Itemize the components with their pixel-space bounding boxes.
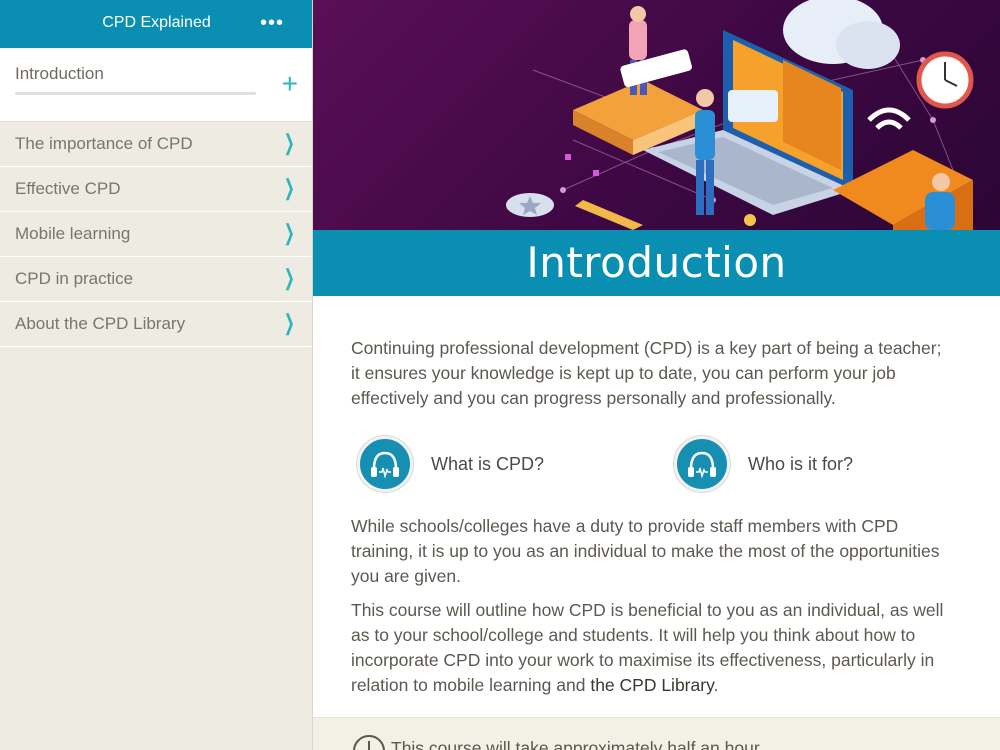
sidebar-item-mobile-learning[interactable]: Mobile learning ❯	[0, 212, 312, 257]
plus-icon[interactable]: +	[282, 70, 298, 98]
headphones-icon[interactable]	[674, 436, 730, 492]
intro-paragraph: Continuing professional development (CPD…	[351, 338, 942, 408]
sidebar: CPD Explained ••• Introduction + The imp…	[0, 0, 313, 750]
paragraph-outline: This course will outline how CPD is bene…	[351, 598, 951, 698]
page-title: Introduction	[526, 238, 787, 287]
chevron-right-icon: ❯	[283, 130, 295, 155]
hero-illustration-image	[506, 0, 974, 230]
sidebar-item-label: The importance of CPD	[15, 134, 193, 153]
hero-illustration	[313, 0, 1000, 230]
sidebar-item-label: CPD in practice	[15, 269, 134, 288]
sidebar-item-label: Effective CPD	[15, 179, 121, 198]
cpd-library-link[interactable]: the CPD Library	[590, 675, 713, 695]
sidebar-item-cpd-in-practice[interactable]: CPD in practice ❯	[0, 257, 312, 302]
audio-label: What is CPD?	[431, 454, 545, 474]
sidebar-header: CPD Explained •••	[0, 0, 312, 48]
audio-what-is-cpd[interactable]: What is CPD?	[357, 436, 617, 492]
sidebar-item-label: About the CPD Library	[15, 314, 186, 333]
headphones-icon[interactable]	[357, 436, 413, 492]
progress-bar	[15, 92, 256, 95]
audio-buttons-row: What is CPD? Who is it for?	[357, 436, 957, 492]
chevron-right-icon: ❯	[283, 220, 295, 245]
more-dots-icon[interactable]: •••	[260, 12, 284, 35]
duration-note-text: This course will take approximately half…	[391, 738, 764, 750]
paragraph-duty: While schools/colleges have a duty to pr…	[351, 516, 940, 586]
page-title-band: Introduction	[313, 230, 1000, 296]
chevron-right-icon: ❯	[283, 310, 295, 335]
audio-label: Who is it for?	[748, 454, 854, 474]
sidebar-item-label: Mobile learning	[15, 224, 131, 243]
sidebar-item-introduction[interactable]: Introduction +	[0, 48, 312, 122]
main-content: Introduction Continuing professional dev…	[313, 0, 1000, 750]
sidebar-item-importance-of-cpd[interactable]: The importance of CPD ❯	[0, 122, 312, 167]
sidebar-item-about-cpd-library[interactable]: About the CPD Library ❯	[0, 302, 312, 347]
paragraph-text: .	[713, 675, 719, 695]
sidebar-item-effective-cpd[interactable]: Effective CPD ❯	[0, 167, 312, 212]
clock-icon	[353, 735, 385, 750]
chevron-right-icon: ❯	[283, 265, 295, 290]
chevron-right-icon: ❯	[283, 175, 295, 200]
audio-who-is-it-for[interactable]: Who is it for?	[674, 436, 934, 492]
duration-note: This course will take approximately half…	[313, 717, 1000, 750]
sidebar-item-label: Introduction	[15, 64, 104, 83]
